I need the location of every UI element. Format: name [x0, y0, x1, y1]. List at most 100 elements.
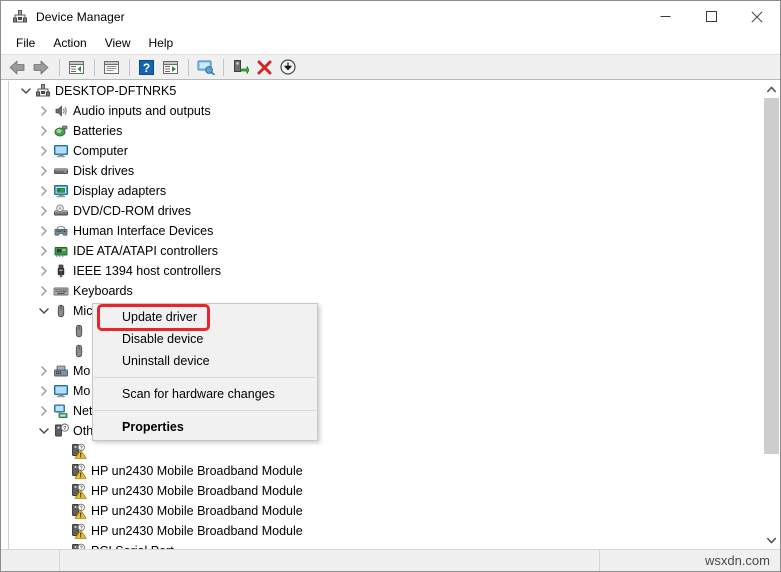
tree-row-label: Disk drives [73, 164, 135, 178]
chevron-right-icon[interactable] [36, 161, 52, 181]
toolbar-separator [223, 58, 224, 76]
tree-row[interactable]: Disk drives [9, 161, 763, 181]
tree-row[interactable]: ?PCI Serial Port [9, 541, 763, 549]
context-menu-item-uninstall-device[interactable]: Uninstall device [93, 350, 317, 372]
chevron-down-icon[interactable] [18, 81, 34, 101]
scan-hardware-icon[interactable] [194, 56, 216, 78]
vertical-scrollbar[interactable] [762, 81, 780, 549]
tree-row[interactable]: Batteries [9, 121, 763, 141]
tree-expander-placeholder [54, 481, 70, 501]
tree-row-label: IEEE 1394 host controllers [73, 264, 221, 278]
warning-device-icon: ? [70, 461, 88, 481]
maximize-button[interactable] [688, 1, 734, 32]
chevron-right-icon[interactable] [36, 381, 52, 401]
chevron-right-icon[interactable] [36, 181, 52, 201]
chevron-right-icon[interactable] [36, 221, 52, 241]
watermark-text: wsxdn.com [704, 553, 770, 568]
tree-expander-placeholder [54, 341, 70, 361]
mouse-icon [52, 301, 70, 321]
tree-row-label: Audio inputs and outputs [73, 104, 211, 118]
dvd-drive-icon [52, 201, 70, 221]
svg-text:?: ? [142, 61, 149, 75]
tree-row[interactable]: ? HP un2430 Mobile Broadband Module [9, 481, 763, 501]
context-menu[interactable]: Update driver Disable device Uninstall d… [92, 303, 318, 441]
tree-row[interactable]: DESKTOP-DFTNRK5 [9, 81, 763, 101]
tree-expander-placeholder [54, 501, 70, 521]
context-menu-item-disable-device[interactable]: Disable device [93, 328, 317, 350]
warning-device-icon: ? [70, 481, 88, 501]
chevron-right-icon[interactable] [36, 101, 52, 121]
status-cell-main [60, 550, 600, 571]
forward-arrow-icon[interactable] [30, 56, 52, 78]
close-button[interactable] [734, 1, 780, 32]
warning-device-icon: ? [70, 441, 88, 461]
warning-device-icon: ? [70, 501, 88, 521]
tree-row[interactable]: ? HP un2430 Mobile Broadband Module [9, 501, 763, 521]
window-controls [642, 1, 780, 32]
context-menu-item-update-driver[interactable]: Update driver [93, 306, 317, 328]
tree-expander-placeholder [54, 441, 70, 461]
tree-row-label: Human Interface Devices [73, 224, 214, 238]
scrollbar-thumb[interactable] [764, 98, 779, 454]
chevron-right-icon[interactable] [36, 201, 52, 221]
chevron-right-icon[interactable] [36, 141, 52, 161]
tree-row[interactable]: ? [9, 441, 763, 461]
context-menu-item-scan-for-hardware-changes[interactable]: Scan for hardware changes [93, 383, 317, 405]
context-menu-item-properties[interactable]: Properties [93, 416, 317, 438]
chevron-right-icon[interactable] [36, 361, 52, 381]
toolbar-separator [94, 58, 95, 76]
tree-row-label: DESKTOP-DFTNRK5 [55, 84, 177, 98]
status-cell-left [1, 550, 60, 571]
tree-row[interactable]: Audio inputs and outputs [9, 101, 763, 121]
monitor-icon [52, 141, 70, 161]
scroll-up-arrow-icon[interactable] [763, 81, 780, 98]
menu-bar: File Action View Help [1, 32, 780, 54]
back-arrow-icon[interactable] [6, 56, 28, 78]
tree-row[interactable]: IDE ATA/ATAPI controllers [9, 241, 763, 261]
tree-row[interactable]: Human Interface Devices [9, 221, 763, 241]
properties-icon[interactable] [100, 56, 122, 78]
menu-action[interactable]: Action [44, 34, 95, 52]
chevron-right-icon[interactable] [36, 281, 52, 301]
minimize-button[interactable] [642, 1, 688, 32]
toolbar-separator [129, 58, 130, 76]
scroll-down-arrow-icon[interactable] [763, 532, 780, 549]
chevron-down-icon[interactable] [36, 421, 52, 441]
tree-expander-placeholder [54, 461, 70, 481]
tree-row[interactable]: Computer [9, 141, 763, 161]
show-hide-console-tree-icon[interactable] [65, 56, 87, 78]
chevron-right-icon[interactable] [36, 121, 52, 141]
tree-row[interactable]: ? HP un2430 Mobile Broadband Module [9, 461, 763, 481]
chevron-right-icon[interactable] [36, 401, 52, 421]
menu-view[interactable]: View [96, 34, 140, 52]
title-bar: Device Manager [1, 1, 780, 32]
toolbar: ? [1, 54, 780, 80]
tree-row[interactable]: ? HP un2430 Mobile Broadband Module [9, 521, 763, 541]
chevron-down-icon[interactable] [36, 301, 52, 321]
tree-row[interactable]: Display adapters [9, 181, 763, 201]
show-hide-action-pane-icon[interactable] [159, 56, 181, 78]
help-icon[interactable]: ? [135, 56, 157, 78]
tree-row-label: Display adapters [73, 184, 167, 198]
disk-drive-icon [52, 161, 70, 181]
menu-file[interactable]: File [7, 34, 44, 52]
network-adapter-icon [52, 401, 70, 421]
tree-row[interactable]: Keyboards [9, 281, 763, 301]
tree-row-label: IDE ATA/ATAPI controllers [73, 244, 218, 258]
menu-help[interactable]: Help [140, 34, 183, 52]
tree-row[interactable]: IEEE 1394 host controllers [9, 261, 763, 281]
chevron-right-icon[interactable] [36, 261, 52, 281]
device-manager-window: Device Manager File Action View Help ? D… [0, 0, 781, 572]
chevron-right-icon[interactable] [36, 241, 52, 261]
warning-device-icon: ? [70, 521, 88, 541]
tree-expander-placeholder [54, 541, 70, 549]
svg-text:?: ? [63, 426, 66, 432]
tree-row[interactable]: DVD/CD-ROM drives [9, 201, 763, 221]
device-manager-icon [12, 9, 28, 25]
modem-icon [52, 361, 70, 381]
disable-device-icon[interactable] [277, 56, 299, 78]
update-driver-icon[interactable] [229, 56, 251, 78]
keyboard-icon [52, 281, 70, 301]
uninstall-device-icon[interactable] [253, 56, 275, 78]
tree-row-label: HP un2430 Mobile Broadband Module [91, 524, 303, 538]
